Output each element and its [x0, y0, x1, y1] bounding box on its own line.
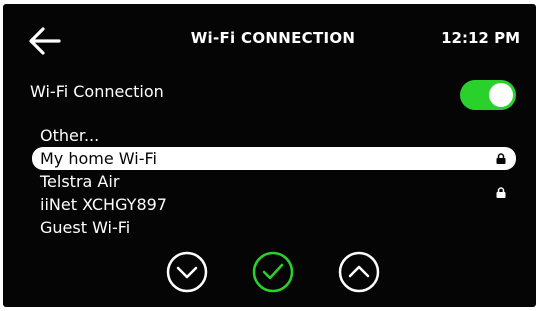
chevron-down-circle-icon [166, 251, 208, 293]
lock-icon [496, 187, 506, 198]
back-button[interactable] [25, 24, 65, 58]
check-circle-icon [252, 251, 294, 293]
network-item-telstra-air[interactable]: Telstra Air [32, 170, 516, 193]
clock: 12:12 PM [441, 29, 520, 47]
wifi-connection-label: Wi-Fi Connection [30, 82, 164, 101]
network-item-guest-wifi[interactable]: Guest Wi-Fi [32, 216, 516, 239]
wifi-settings-screen: Wi-Fi CONNECTION 12:12 PM Wi-Fi Connecti… [3, 4, 536, 307]
network-item-my-home-wifi[interactable]: My home Wi-Fi [32, 147, 516, 170]
network-name: iiNet XCHGY897 [40, 195, 167, 214]
page-title: Wi-Fi CONNECTION [190, 29, 356, 47]
toggle-knob [489, 83, 513, 107]
network-item-iinet-xchgy897[interactable]: iiNet XCHGY897 [32, 187, 516, 216]
network-name: Other... [40, 126, 100, 145]
network-name: My home Wi-Fi [40, 149, 157, 168]
network-name: Guest Wi-Fi [40, 218, 131, 237]
chevron-up-circle-icon [338, 251, 380, 293]
network-list: Other... My home Wi-Fi Telstra Air iiNet… [32, 124, 516, 239]
confirm-button[interactable] [252, 251, 294, 293]
scroll-up-button[interactable] [338, 251, 380, 293]
network-name: Telstra Air [40, 172, 120, 191]
lock-icon [496, 153, 506, 164]
arrow-left-icon [29, 27, 61, 55]
wifi-toggle[interactable] [460, 80, 516, 110]
network-item-other[interactable]: Other... [32, 124, 516, 147]
scroll-down-button[interactable] [166, 251, 208, 293]
